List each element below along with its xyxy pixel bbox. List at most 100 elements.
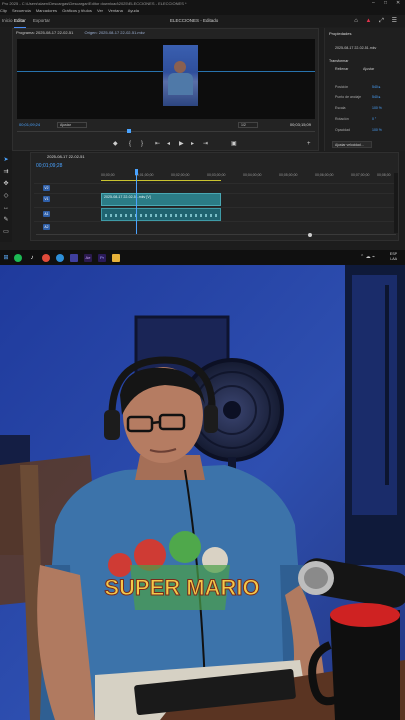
selection-tool-icon[interactable]: ➤ xyxy=(2,156,10,164)
fit-checkbox[interactable]: Ajustar xyxy=(363,67,374,71)
workspace-bar: Inicio Editar Exportar ELECCIONES - Edit… xyxy=(0,15,405,28)
slip-tool-icon[interactable]: ↔ xyxy=(2,204,10,212)
program-monitor: Programa: 2025-08-17 22-02-51 Origen: 20… xyxy=(12,28,319,151)
share-icon[interactable]: ☰ xyxy=(392,18,397,24)
program-timecode[interactable]: 00;01;09;24 xyxy=(19,120,40,130)
timeline-timecode[interactable]: 00;01;09;28 xyxy=(36,163,62,169)
tab-program-monitor[interactable]: Programa: 2025-08-17 22-02-51 xyxy=(16,30,73,35)
program-scrubber[interactable] xyxy=(17,129,315,137)
resolution-select[interactable]: 1/2 xyxy=(238,122,258,128)
frame-person-shirt xyxy=(168,73,193,95)
menu-item-view[interactable]: Ver xyxy=(97,8,103,13)
opacity-value[interactable]: 100 % xyxy=(372,128,382,132)
scale-value[interactable]: 100 % xyxy=(372,106,382,110)
menu-item-markers[interactable]: Marcadores xyxy=(36,8,57,13)
scale-label: Escala xyxy=(335,106,346,110)
video-clip[interactable]: 2025-08-17 22-02-51.mkv [V] xyxy=(101,193,221,206)
edge-icon[interactable] xyxy=(56,254,64,262)
rotation-label: Rotación xyxy=(335,117,349,121)
rectangle-tool-icon[interactable]: ▭ xyxy=(2,228,10,236)
system-tray-icons[interactable]: ⌃ ☁ ⌁ xyxy=(360,254,375,260)
maximize-button[interactable]: □ xyxy=(384,0,387,7)
minimize-button[interactable]: – xyxy=(372,0,375,7)
bell-icon[interactable]: ▲ xyxy=(366,18,372,24)
go-to-in-icon[interactable]: ⇤ xyxy=(155,138,160,150)
phone-link-icon[interactable] xyxy=(70,254,78,262)
track-select-tool-icon[interactable]: ⇉ xyxy=(2,168,10,176)
window-titlebar: Pro 2025 - C:\Users\slaen\Descargas\Desc… xyxy=(0,0,405,7)
speed-button[interactable]: Ajustar velocidad... xyxy=(332,141,372,148)
ruler-label: 00;06;00;00 xyxy=(315,173,334,177)
properties-file-name: 2025-08-17 22-02-51.mkv xyxy=(335,46,377,50)
sequence-tab[interactable]: 2025-08-17 22-02-51 xyxy=(47,154,85,159)
chrome-icon[interactable] xyxy=(42,254,50,262)
properties-title: Propiedades xyxy=(329,31,352,36)
audio-clip[interactable] xyxy=(101,208,221,221)
work-area-bar[interactable] xyxy=(101,180,221,181)
play-icon[interactable]: ▶ xyxy=(179,138,184,150)
rotation-value[interactable]: 0 ° xyxy=(372,117,376,121)
razor-tool-icon[interactable]: ◇ xyxy=(2,192,10,200)
transform-section[interactable]: Transformar xyxy=(329,59,348,63)
fit-select[interactable]: Ajustar xyxy=(57,122,87,128)
scrollbar-handle[interactable] xyxy=(308,233,312,237)
step-forward-icon[interactable]: ▸ xyxy=(191,138,194,150)
ruler-label: 00;05;00;00 xyxy=(279,173,298,177)
menu-item-help[interactable]: Ayuda xyxy=(128,8,139,13)
out-point-icon[interactable]: } xyxy=(141,138,143,150)
anchor-label: Punto de anclaje xyxy=(335,95,362,99)
ripple-edit-tool-icon[interactable]: ✥ xyxy=(2,180,10,188)
timeline-scrollbar[interactable] xyxy=(36,233,396,238)
step-back-icon[interactable]: ◂ xyxy=(167,138,170,150)
pen-tool-icon[interactable]: ✎ xyxy=(2,216,10,224)
tab-source-monitor[interactable]: Origen: 2025-08-17 22-02-51.mkv xyxy=(85,30,145,35)
start-icon[interactable]: ⊞ xyxy=(2,254,10,262)
spotify-icon[interactable] xyxy=(14,254,22,262)
menu-item-graphics[interactable]: Gráficos y títulos xyxy=(62,8,92,13)
time-ruler[interactable]: 00;00;00 00;01;00;00 00;02;00;00 00;03;0… xyxy=(101,169,391,179)
editor-screen: Pro 2025 - C:\Users\slaen\Descargas\Desc… xyxy=(0,0,405,265)
expand-icon[interactable]: ⤢ xyxy=(379,18,384,24)
track-toggle-v1[interactable]: V1 xyxy=(43,196,50,202)
webcam-feed: SUPER MARIO xyxy=(0,265,405,720)
position-value[interactable]: 540 ▸ xyxy=(372,85,381,89)
home-icon[interactable]: ⌂ xyxy=(354,18,358,24)
fill-checkbox[interactable]: Rellenar xyxy=(335,67,348,71)
export-frame-icon[interactable]: ▣ xyxy=(231,138,237,150)
program-controls: 00;01;09;24 Ajustar 1/2 00;03;15;09 xyxy=(17,120,315,130)
add-button-icon[interactable]: + xyxy=(307,138,311,150)
webcam-scene: SUPER MARIO xyxy=(0,265,405,720)
video-preview[interactable] xyxy=(17,39,315,119)
menu-item-window[interactable]: Ventana xyxy=(108,8,123,13)
frame-person-head xyxy=(174,61,186,73)
menu-item-sequence[interactable]: Secuencia xyxy=(12,8,31,13)
project-title: ELECCIONES - Editado xyxy=(170,18,219,23)
ruler-label: 00;07;00;00 xyxy=(351,173,370,177)
pr-icon[interactable]: Pr xyxy=(98,254,106,262)
close-button[interactable]: ✕ xyxy=(396,0,400,7)
shirt-print-line: SUPER MARIO xyxy=(104,575,259,600)
marker-icon[interactable]: ◆ xyxy=(113,138,118,150)
ae-icon[interactable]: Ae xyxy=(84,254,92,262)
track-toggle-v2[interactable]: V2 xyxy=(43,185,50,191)
tiktok-icon[interactable]: ♪ xyxy=(28,254,36,262)
tab-home[interactable]: Inicio xyxy=(2,15,13,27)
menu-item-clip[interactable]: Clip xyxy=(0,8,7,13)
go-to-out-icon[interactable]: ⇥ xyxy=(203,138,208,150)
track-toggle-a1[interactable]: A1 xyxy=(43,211,50,217)
tab-export[interactable]: Exportar xyxy=(33,15,50,27)
explorer-icon[interactable] xyxy=(112,254,120,262)
tab-edit[interactable]: Editar xyxy=(14,15,26,28)
program-playhead[interactable] xyxy=(127,129,132,133)
track-toggle-a2[interactable]: A2 xyxy=(43,224,50,230)
in-point-icon[interactable]: { xyxy=(129,138,131,150)
ruler-label: 00;04;00;00 xyxy=(243,173,262,177)
cable-right xyxy=(385,285,389,485)
door-panel xyxy=(352,275,397,515)
language-indicator[interactable]: ESP LAA xyxy=(390,252,397,262)
top-icons: ⌂ ▲ ⤢ ☰ xyxy=(348,15,397,27)
tools-panel: ➤ ⇉ ✥ ◇ ↔ ✎ ▭ xyxy=(0,150,12,242)
video-clip-label: 2025-08-17 22-02-51.mkv [V] xyxy=(104,195,151,199)
transport-controls: ◆ { } ⇤ ◂ ▶ ▸ ⇥ ▣ + xyxy=(17,138,315,150)
anchor-value[interactable]: 540 ▸ xyxy=(372,95,381,99)
